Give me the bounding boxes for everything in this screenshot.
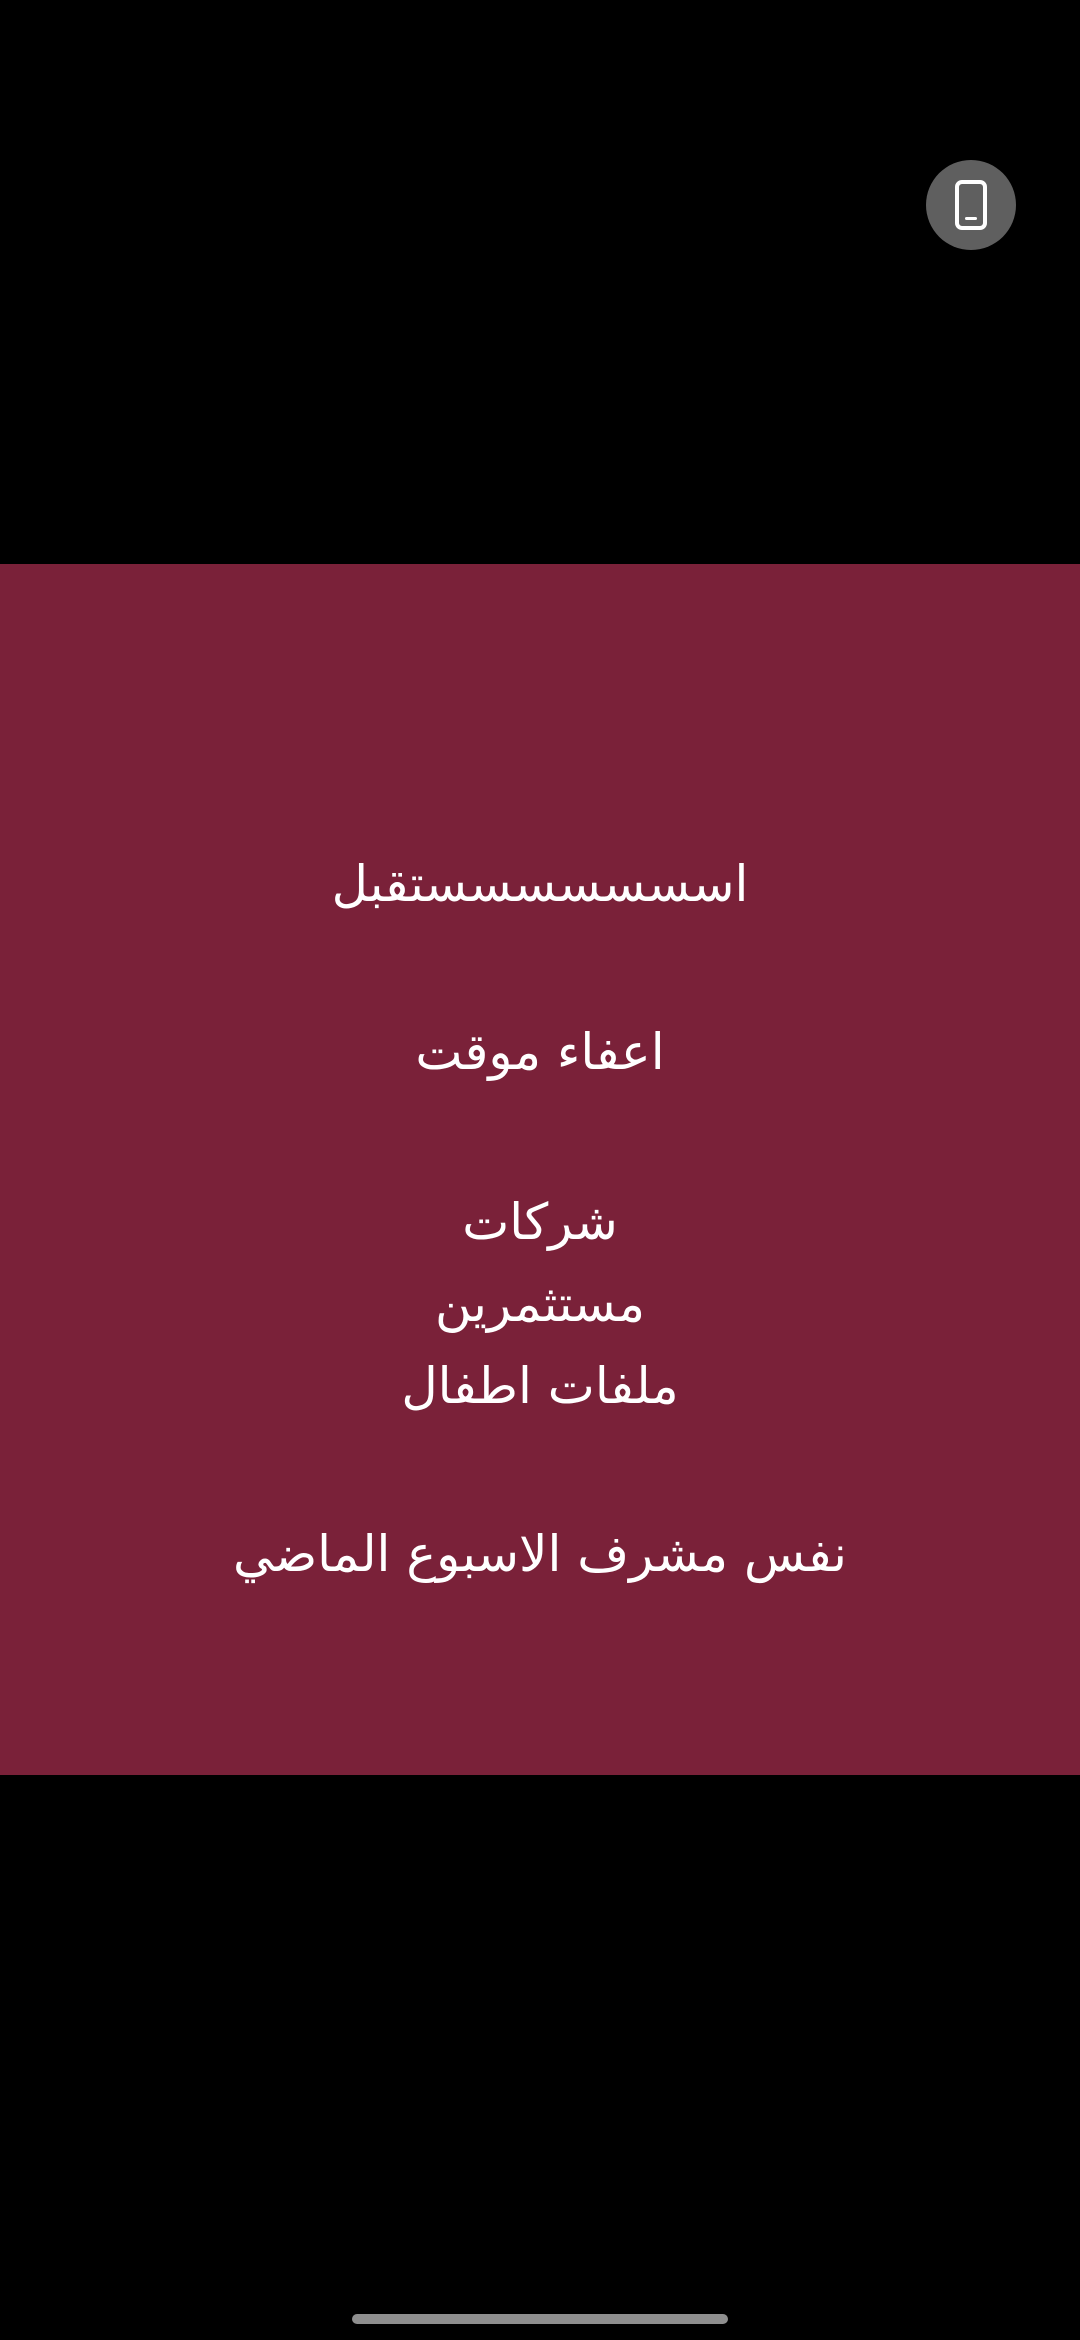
- phone-icon: [955, 180, 987, 230]
- story-card: اسسسسسسستقبل اعفاء موقت شركات مستثمرين م…: [0, 564, 1080, 1775]
- phone-view-button[interactable]: [926, 160, 1016, 250]
- home-indicator[interactable]: [352, 2314, 728, 2324]
- story-line-reception: اسسسسسسستقبل: [331, 855, 749, 913]
- story-line-temporary-exemption: اعفاء موقت: [415, 1023, 665, 1081]
- story-line-same-supervisor: نفس مشرف الاسبوع الماضي: [233, 1525, 847, 1583]
- story-line-children-files: ملفات اطفال: [401, 1357, 679, 1415]
- story-line-investors: مستثمرين: [434, 1275, 646, 1333]
- story-line-companies: شركات: [462, 1193, 618, 1251]
